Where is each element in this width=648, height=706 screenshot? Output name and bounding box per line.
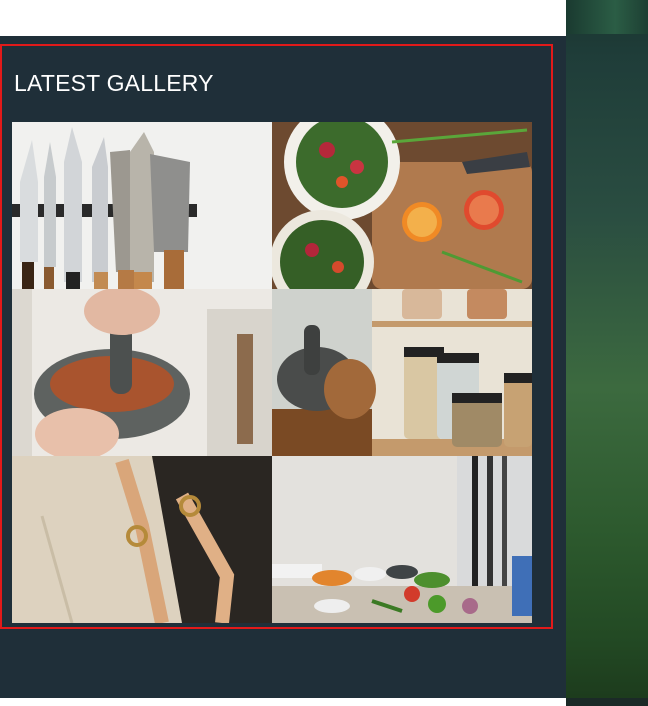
- salad-photo-icon: [272, 122, 532, 289]
- background-forest-image: [566, 0, 648, 706]
- gallery-item-knives[interactable]: [12, 122, 272, 289]
- gallery-item-mortar[interactable]: [12, 289, 272, 456]
- gallery-item-apron[interactable]: [12, 456, 272, 623]
- gallery-item-kitchen-counter[interactable]: [272, 456, 532, 623]
- latest-gallery-widget: LATEST GALLERY: [0, 44, 553, 629]
- knives-photo-icon: [12, 122, 272, 289]
- gallery-item-salad[interactable]: [272, 122, 532, 289]
- jars-photo-icon: [272, 289, 532, 456]
- mortar-photo-icon: [12, 289, 272, 456]
- page-top-area: [0, 0, 566, 36]
- widget-title: LATEST GALLERY: [14, 70, 214, 96]
- gallery-grid: [12, 122, 532, 623]
- gallery-item-jars[interactable]: [272, 289, 532, 456]
- kitchen-counter-photo-icon: [272, 456, 532, 623]
- page-bottom-edge: [0, 698, 566, 706]
- apron-photo-icon: [12, 456, 272, 623]
